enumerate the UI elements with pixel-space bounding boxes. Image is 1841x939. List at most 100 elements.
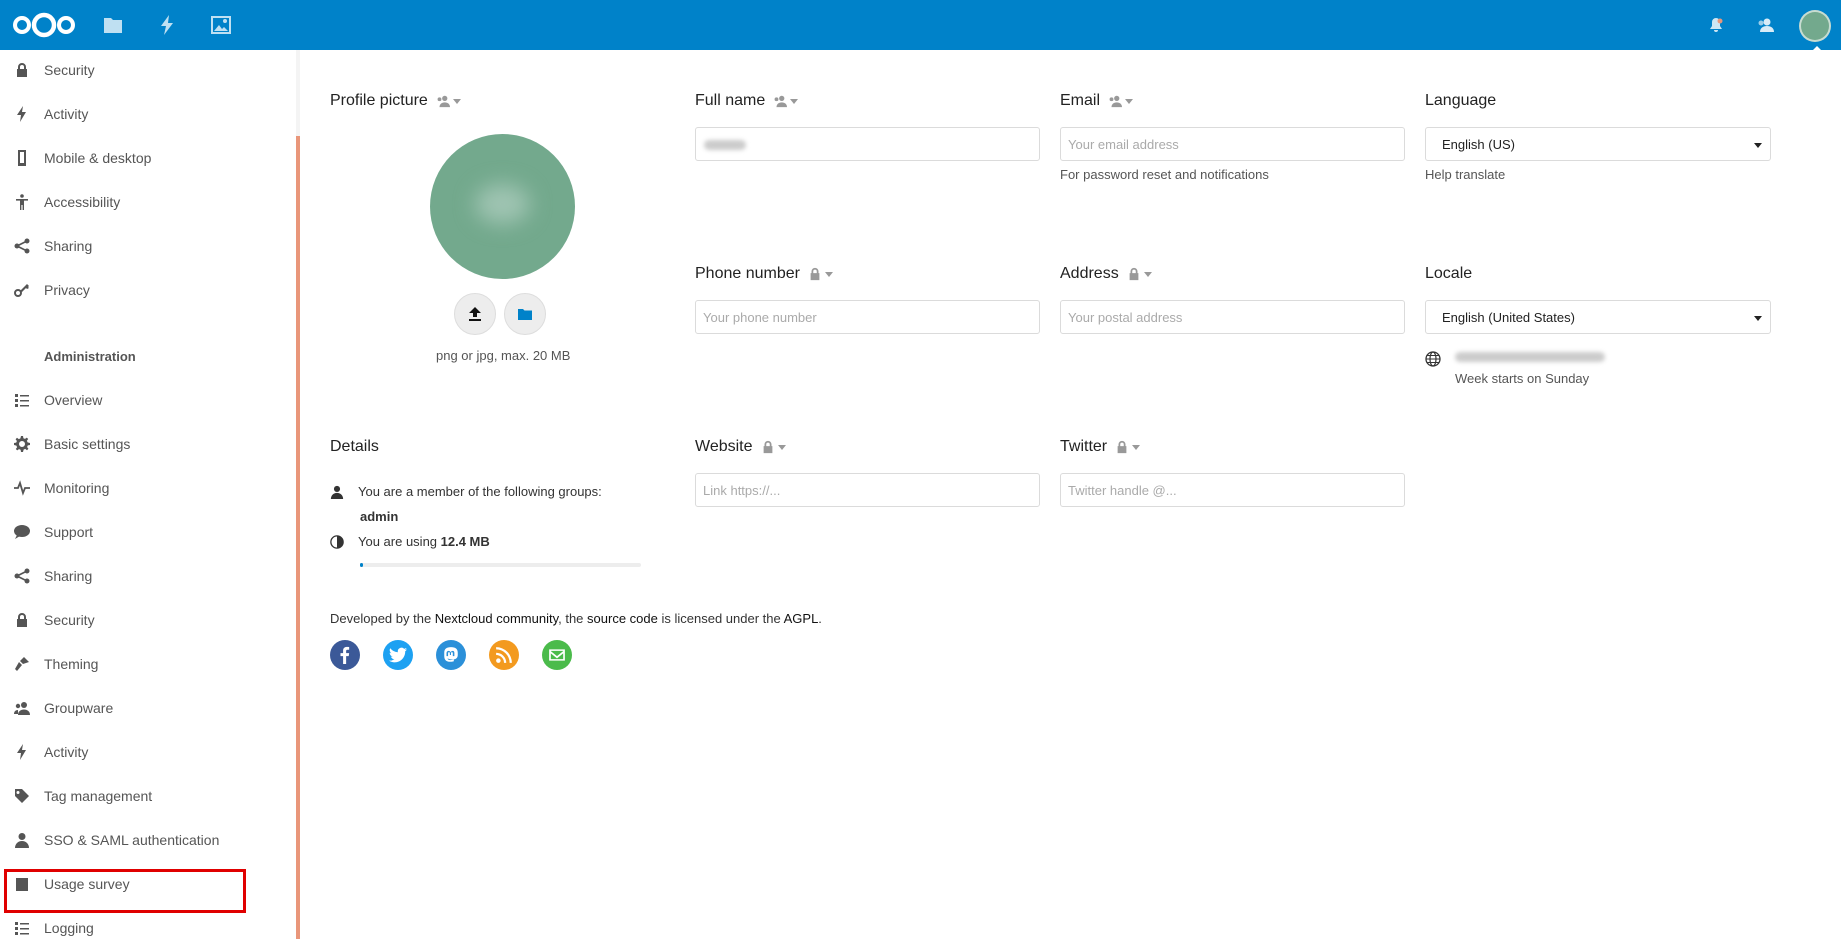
sidebar-item-label: Sharing	[44, 238, 93, 254]
tag-icon	[0, 788, 44, 804]
footer-credits: Developed by the Nextcloud community, th…	[330, 611, 822, 626]
full-name-heading: Full name	[695, 92, 799, 110]
choose-from-files-button[interactable]	[504, 293, 546, 335]
sidebar-item-overview[interactable]: Overview	[0, 380, 290, 420]
blurred-name	[704, 140, 746, 150]
sidebar-item-activity[interactable]: Activity	[0, 94, 290, 134]
user-avatar[interactable]	[1799, 10, 1831, 52]
key-icon	[0, 282, 44, 298]
survey-icon	[0, 876, 44, 892]
sidebar-item-logging[interactable]: Logging	[0, 908, 290, 939]
contacts-icon	[1109, 95, 1123, 108]
blurred-locale-time	[1455, 352, 1605, 362]
sidebar-item-accessibility[interactable]: Accessibility	[0, 182, 290, 222]
sidebar-item-privacy[interactable]: Privacy	[0, 270, 290, 310]
quota-row: You are using 12.4 MB	[330, 534, 490, 549]
lock-icon	[763, 440, 772, 454]
sidebar-item-theming[interactable]: Theming	[0, 644, 290, 684]
personal-info-content: Profile picture png or jpg, max. 20 MB F…	[300, 50, 1841, 939]
share-icon	[0, 238, 44, 254]
notifications-icon[interactable]	[1703, 12, 1729, 38]
chevron-down-icon	[1143, 271, 1152, 277]
sidebar-item-label: Monitoring	[44, 480, 110, 496]
source-code-link[interactable]: source code	[587, 611, 658, 626]
locale-select[interactable]: English (United States)	[1425, 300, 1771, 334]
list-icon	[0, 392, 44, 408]
user-icon	[330, 485, 344, 499]
sidebar-item-sso-saml[interactable]: SSO & SAML authentication	[0, 820, 290, 860]
sidebar-item-security[interactable]: Security	[0, 50, 290, 90]
email-heading: Email	[1060, 92, 1134, 110]
sidebar-item-support[interactable]: Support	[0, 512, 290, 552]
group-icon	[0, 700, 44, 716]
scope-menu[interactable]	[1108, 94, 1134, 108]
phone-icon	[0, 150, 44, 166]
nextcloud-community-link[interactable]: Nextcloud community	[435, 611, 558, 626]
scope-menu[interactable]	[808, 267, 833, 281]
scope-menu[interactable]	[436, 94, 461, 108]
sidebar-item-groupware[interactable]: Groupware	[0, 688, 290, 728]
picture-hint: png or jpg, max. 20 MB	[436, 348, 571, 363]
phone-input[interactable]	[695, 300, 1040, 334]
header-bar	[0, 0, 1841, 52]
sidebar-item-monitoring[interactable]: Monitoring	[0, 468, 290, 508]
scope-menu[interactable]	[1127, 267, 1152, 281]
contacts-icon	[437, 95, 450, 108]
address-input[interactable]	[1060, 300, 1405, 334]
rss-icon[interactable]	[489, 640, 519, 670]
help-translate-link[interactable]: Help translate	[1425, 167, 1505, 182]
sidebar-item-label: Security	[44, 62, 95, 78]
user-icon	[0, 832, 44, 848]
scope-menu[interactable]	[761, 440, 786, 454]
sidebar-item-mobile-desktop[interactable]: Mobile & desktop	[0, 138, 290, 178]
email-hint: For password reset and notifications	[1060, 167, 1269, 182]
upload-picture-button[interactable]	[454, 293, 496, 335]
sidebar-item-label: Activity	[44, 744, 89, 760]
quota-progress-fill	[360, 563, 363, 567]
address-heading: Address	[1060, 265, 1152, 283]
chevron-down-icon	[1132, 444, 1141, 450]
sidebar-item-label: Support	[44, 524, 94, 540]
sidebar-item-label: Security	[44, 612, 95, 628]
website-heading: Website	[695, 438, 786, 456]
sidebar-item-label: Tag management	[44, 788, 153, 804]
sidebar-item-label: Accessibility	[44, 194, 121, 210]
sidebar-item-sharing[interactable]: Sharing	[0, 226, 290, 266]
language-heading: Language	[1425, 92, 1497, 109]
twitter-heading: Twitter	[1060, 438, 1141, 456]
sidebar-item-label: Activity	[44, 106, 89, 122]
image-icon[interactable]	[208, 12, 234, 38]
scope-menu[interactable]	[1115, 440, 1141, 454]
sidebar-item-admin-security[interactable]: Security	[0, 600, 290, 640]
sidebar-item-label: Mobile & desktop	[44, 150, 152, 166]
website-input[interactable]	[695, 473, 1040, 507]
sidebar-item-admin-sharing[interactable]: Sharing	[0, 556, 290, 596]
contacts-icon	[774, 95, 788, 108]
groups-value: admin	[360, 509, 399, 524]
sidebar-item-label: Basic settings	[44, 436, 131, 452]
email-input[interactable]	[1060, 127, 1405, 161]
folder-icon[interactable]	[100, 12, 126, 38]
sidebar-item-label: Theming	[44, 656, 99, 672]
lock-icon	[0, 612, 44, 628]
week-start-hint: Week starts on Sunday	[1455, 371, 1590, 386]
pie-chart-icon	[330, 534, 344, 549]
contacts-icon[interactable]	[1752, 12, 1778, 38]
language-select[interactable]: English (US)	[1425, 127, 1771, 161]
sidebar-item-admin-activity[interactable]: Activity	[0, 732, 290, 772]
full-name-input[interactable]	[695, 127, 1040, 161]
lock-icon	[1129, 267, 1139, 281]
facebook-icon[interactable]	[330, 640, 360, 670]
sidebar-item-tag-management[interactable]: Tag management	[0, 776, 290, 816]
nextcloud-logo[interactable]	[12, 10, 76, 40]
sidebar-item-usage-survey[interactable]: Usage survey	[0, 864, 290, 904]
mail-icon[interactable]	[542, 640, 572, 670]
twitter-input[interactable]	[1060, 473, 1405, 507]
lightning-icon[interactable]	[154, 12, 180, 38]
mastodon-icon[interactable]	[436, 640, 466, 670]
twitter-icon[interactable]	[383, 640, 413, 670]
agpl-link[interactable]: AGPL	[784, 611, 819, 626]
chevron-down-icon	[452, 98, 461, 104]
sidebar-item-basic-settings[interactable]: Basic settings	[0, 424, 290, 464]
scope-menu[interactable]	[773, 94, 799, 108]
